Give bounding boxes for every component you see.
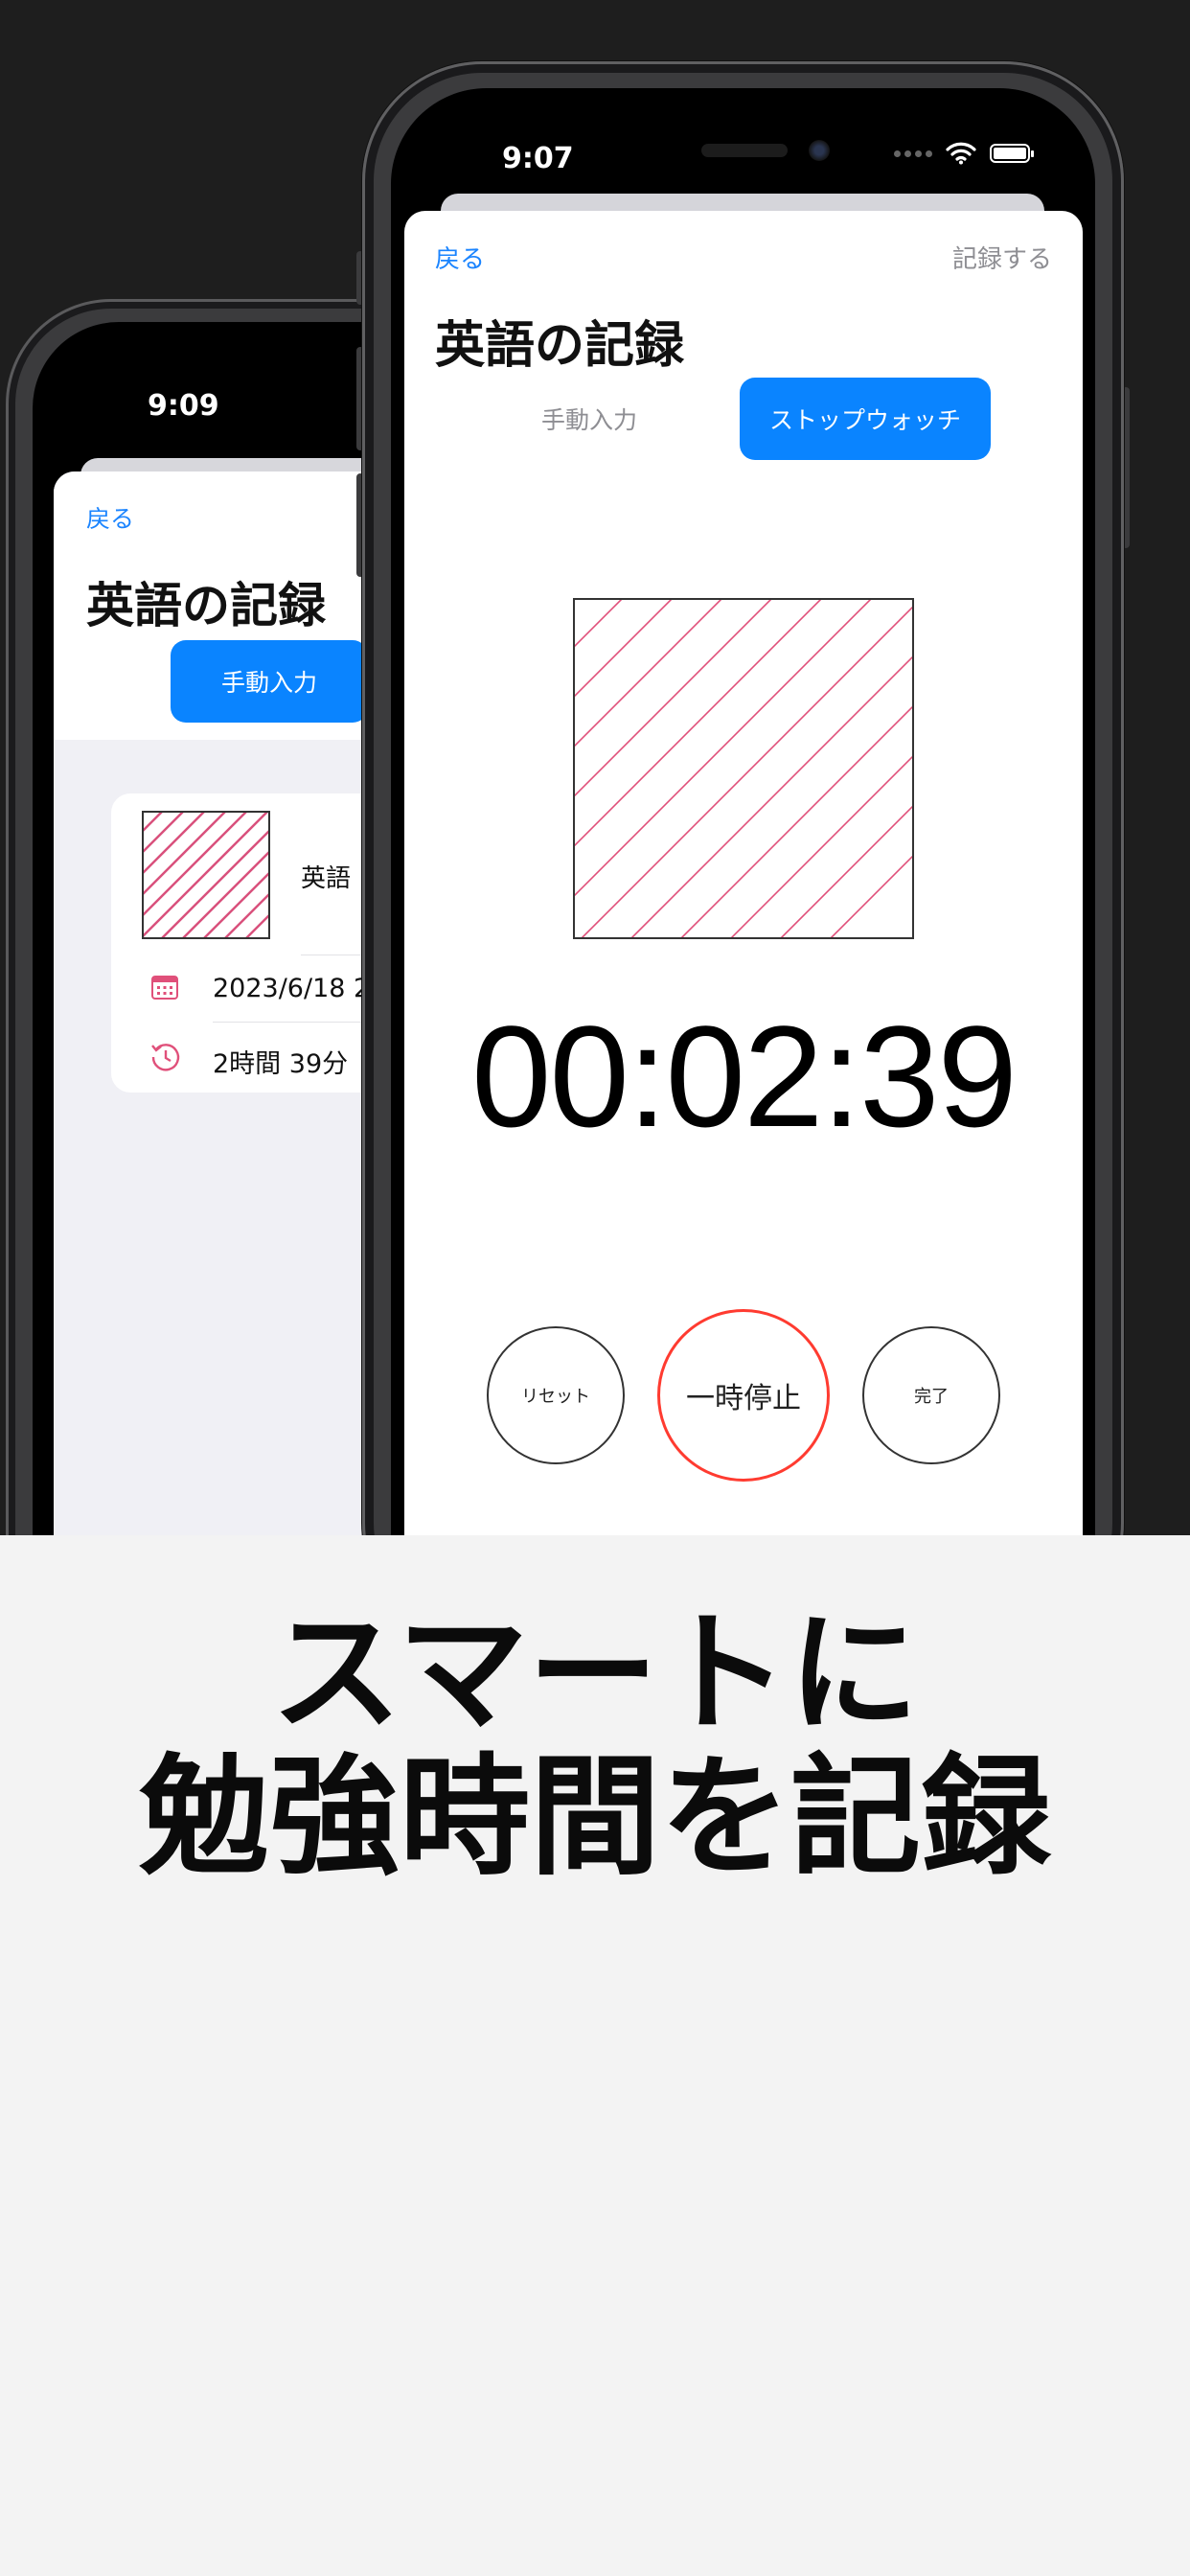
status-icons (894, 142, 1034, 165)
clock-history-icon (151, 1044, 180, 1071)
page-title: 英語の記録 (435, 317, 685, 375)
stopwatch-display: 00:02:39 (471, 996, 1018, 1157)
pause-button[interactable]: 一時停止 (657, 1309, 830, 1482)
calendar-icon (151, 976, 178, 1000)
front-phone: 9:07 戻る 記録する 英語の記録 手動入力 ストップウォッチ 00:02:3… (362, 61, 1124, 1535)
segment-stopwatch[interactable]: ストップウォッチ (740, 378, 991, 460)
record-subject: 英語 (301, 864, 352, 893)
front-sheet: 戻る 記録する 英語の記録 手動入力 ストップウォッチ 00:02:39 リセッ… (404, 211, 1083, 1535)
record-duration: 2時間 39分 (213, 1049, 349, 1079)
back-page-title: 英語の記録 (86, 578, 326, 633)
subject-image-icon (573, 598, 914, 939)
signal-icon (894, 150, 932, 157)
nav-back-button[interactable]: 戻る (435, 240, 485, 275)
speaker-grille (701, 144, 788, 157)
wifi-icon (946, 142, 976, 165)
front-phone-screen: 9:07 戻る 記録する 英語の記録 手動入力 ストップウォッチ 00:02:3… (391, 88, 1095, 1535)
headline-line-1: スマートに (271, 1598, 919, 1750)
back-status-time: 9:09 (148, 389, 219, 423)
front-camera (809, 140, 830, 161)
back-segment-manual[interactable]: 手動入力 (171, 640, 368, 723)
record-button[interactable]: 記録する (952, 240, 1052, 275)
reset-button[interactable]: リセット (487, 1326, 625, 1464)
promo-headline: スマートに 勉強時間を記録 (0, 1602, 1190, 1890)
battery-icon (990, 144, 1034, 163)
subject-thumbnail-icon (142, 811, 270, 939)
dark-backdrop: 9:09 戻る 英語の記録 手動入力 英語 2023/6/18 21:0 2時間… (0, 0, 1190, 1535)
front-status-time: 9:07 (502, 142, 574, 175)
back-nav-back-button[interactable]: 戻る (86, 500, 134, 535)
segment-manual-input[interactable]: 手動入力 (489, 378, 690, 460)
done-button[interactable]: 完了 (862, 1326, 1000, 1464)
headline-line-2: 勉強時間を記録 (139, 1742, 1051, 1894)
